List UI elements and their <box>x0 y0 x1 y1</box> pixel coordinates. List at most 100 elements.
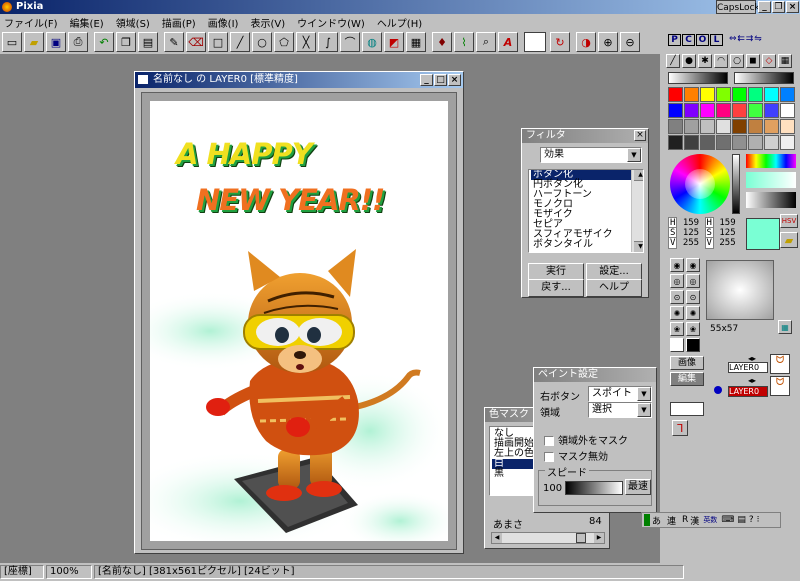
ime-pad-icon[interactable]: ⌨ <box>721 515 734 525</box>
opacity-slider-1[interactable] <box>668 72 728 84</box>
preset-soft-icon[interactable]: ◉ <box>670 258 684 272</box>
layer-tool-icon[interactable]: ᒣ <box>672 420 688 436</box>
brush-icon[interactable]: ⌇ <box>454 32 474 52</box>
tab-o[interactable]: O <box>696 34 709 46</box>
zoom-out-icon[interactable]: ⊖ <box>620 32 640 52</box>
menu-file[interactable]: ファイル(F) <box>4 15 58 30</box>
preset-dot2-icon[interactable]: ⊙ <box>686 290 700 304</box>
doc-close-button[interactable]: × <box>448 74 461 86</box>
menu-window[interactable]: ウインドウ(W) <box>297 15 365 30</box>
tab-edit[interactable]: 編集 <box>670 372 704 386</box>
chevron-down-icon[interactable]: ▼ <box>637 403 651 417</box>
gradient-icon[interactable]: ◩ <box>384 32 404 52</box>
filter-item[interactable]: ボタンタイル <box>531 240 643 250</box>
color-swatch[interactable] <box>716 119 731 134</box>
magnifier-icon[interactable]: ⌕ <box>476 32 496 52</box>
brush-square-icon[interactable]: ◼ <box>746 54 760 68</box>
color-swatch[interactable] <box>780 103 795 118</box>
color-swatch[interactable] <box>732 103 747 118</box>
fill-icon[interactable]: ◍ <box>362 32 382 52</box>
doc-minimize-button[interactable]: _ <box>420 74 433 86</box>
color-wheel-icon[interactable]: ◑ <box>576 32 596 52</box>
rainbow-strip[interactable] <box>746 154 796 168</box>
color-swatch[interactable] <box>732 135 747 150</box>
ime-r[interactable]: R <box>682 515 688 525</box>
preset-ring-icon[interactable]: ◎ <box>670 274 684 288</box>
color-swatch[interactable] <box>748 119 763 134</box>
brush-dot-icon[interactable]: ● <box>682 54 696 68</box>
preset-black-icon[interactable] <box>686 338 700 352</box>
value-slider[interactable] <box>732 154 740 214</box>
print-icon[interactable]: ⎙ <box>68 32 88 52</box>
color-swatch[interactable] <box>764 119 779 134</box>
color-swatch[interactable] <box>764 87 779 102</box>
tab-c[interactable]: C <box>682 34 695 46</box>
color-swatch[interactable] <box>764 103 779 118</box>
filter-close-button[interactable]: × <box>634 130 646 141</box>
filter-list[interactable]: ボタン化 円ボタン化 ハーフトーン モノクロ モザイク セピア スフィアモザイク ボタンタイル… <box>528 169 644 253</box>
color-swatch[interactable] <box>748 103 763 118</box>
max-speed-button[interactable]: 最速 <box>625 479 651 495</box>
filter-category-select[interactable]: 効果 ▼ <box>540 147 642 163</box>
polygon-icon[interactable]: ⬠ <box>274 32 294 52</box>
color-swatch[interactable] <box>668 135 683 150</box>
save-icon[interactable]: ▣ <box>46 32 66 52</box>
stamp-icon[interactable]: ♦ <box>432 32 452 52</box>
color-swatch[interactable] <box>716 135 731 150</box>
rectangle-icon[interactable]: □ <box>208 32 228 52</box>
chevron-down-icon[interactable]: ▼ <box>627 148 641 162</box>
opacity-slider-2[interactable] <box>734 72 794 84</box>
color-swatch[interactable] <box>748 135 763 150</box>
open-folder-icon[interactable]: ▰ <box>24 32 44 52</box>
layer-visible-icon[interactable] <box>714 386 722 394</box>
preset-dot-icon[interactable]: ⊙ <box>670 290 684 304</box>
drawing-canvas[interactable]: A HAPPY NEW YEAR!! <box>150 101 448 541</box>
color-swatch[interactable] <box>716 87 731 102</box>
selected-color[interactable] <box>746 218 780 250</box>
ime-help-icon[interactable]: ? <box>749 515 754 525</box>
tab-l[interactable]: L <box>710 34 723 46</box>
folder-icon[interactable]: ▰ <box>780 232 798 248</box>
ime-menu-icon[interactable]: ⁝ <box>757 515 760 525</box>
filter-help-button[interactable]: ヘルプ <box>586 279 642 297</box>
color-preview[interactable] <box>524 32 546 52</box>
color-swatch[interactable] <box>700 135 715 150</box>
color-swatch[interactable] <box>700 119 715 134</box>
color-swatch[interactable] <box>684 87 699 102</box>
layer-name-1[interactable]: LAYER0 <box>728 362 768 373</box>
ellipse-icon[interactable]: ○ <box>252 32 272 52</box>
cross-line-icon[interactable]: ╳ <box>296 32 316 52</box>
close-button[interactable]: × <box>786 1 799 13</box>
brush-curve-icon[interactable]: ◠ <box>714 54 728 68</box>
eraser-icon[interactable]: ⌫ <box>186 32 206 52</box>
brush-grid-icon[interactable]: ▦ <box>778 54 792 68</box>
line-icon[interactable]: ╱ <box>230 32 250 52</box>
preset-ring2-icon[interactable]: ◎ <box>686 274 700 288</box>
color-swatch[interactable] <box>684 135 699 150</box>
minimize-button[interactable]: _ <box>758 1 771 13</box>
ime-dict-icon[interactable]: ▤ <box>737 515 746 525</box>
menu-help[interactable]: ヘルプ(H) <box>377 15 422 30</box>
layer-empty[interactable] <box>670 402 704 416</box>
color-swatch[interactable] <box>700 87 715 102</box>
ime-conversion[interactable]: 連 <box>667 514 676 527</box>
chevron-down-icon[interactable]: ▼ <box>637 387 651 401</box>
menu-select[interactable]: 領域(S) <box>116 15 150 30</box>
preset-flower-icon[interactable]: ❀ <box>670 322 684 336</box>
brush-diamond-icon[interactable]: ◇ <box>762 54 776 68</box>
color-swatch[interactable] <box>716 103 731 118</box>
refresh-icon[interactable]: ↻ <box>550 32 570 52</box>
hsv-mode-button[interactable]: HSV <box>780 214 798 228</box>
tab-image[interactable]: 画像 <box>670 356 704 370</box>
right-button-select[interactable]: スポイト ▼ <box>588 386 652 402</box>
preset-star-icon[interactable]: ✺ <box>670 306 684 320</box>
ime-label[interactable]: 英数 <box>703 515 717 525</box>
preset-soft2-icon[interactable]: ◉ <box>686 258 700 272</box>
amount-slider[interactable]: ◀ ▶ <box>491 532 605 544</box>
layer-thumb-2[interactable]: ᗢ <box>770 376 790 396</box>
pencil-icon[interactable]: ✎ <box>164 32 184 52</box>
mask-disable-checkbox[interactable] <box>544 452 554 462</box>
color-swatch[interactable] <box>780 119 795 134</box>
ime-mode[interactable]: あ <box>652 514 661 527</box>
filter-back-button[interactable]: 戻す... <box>528 279 584 297</box>
